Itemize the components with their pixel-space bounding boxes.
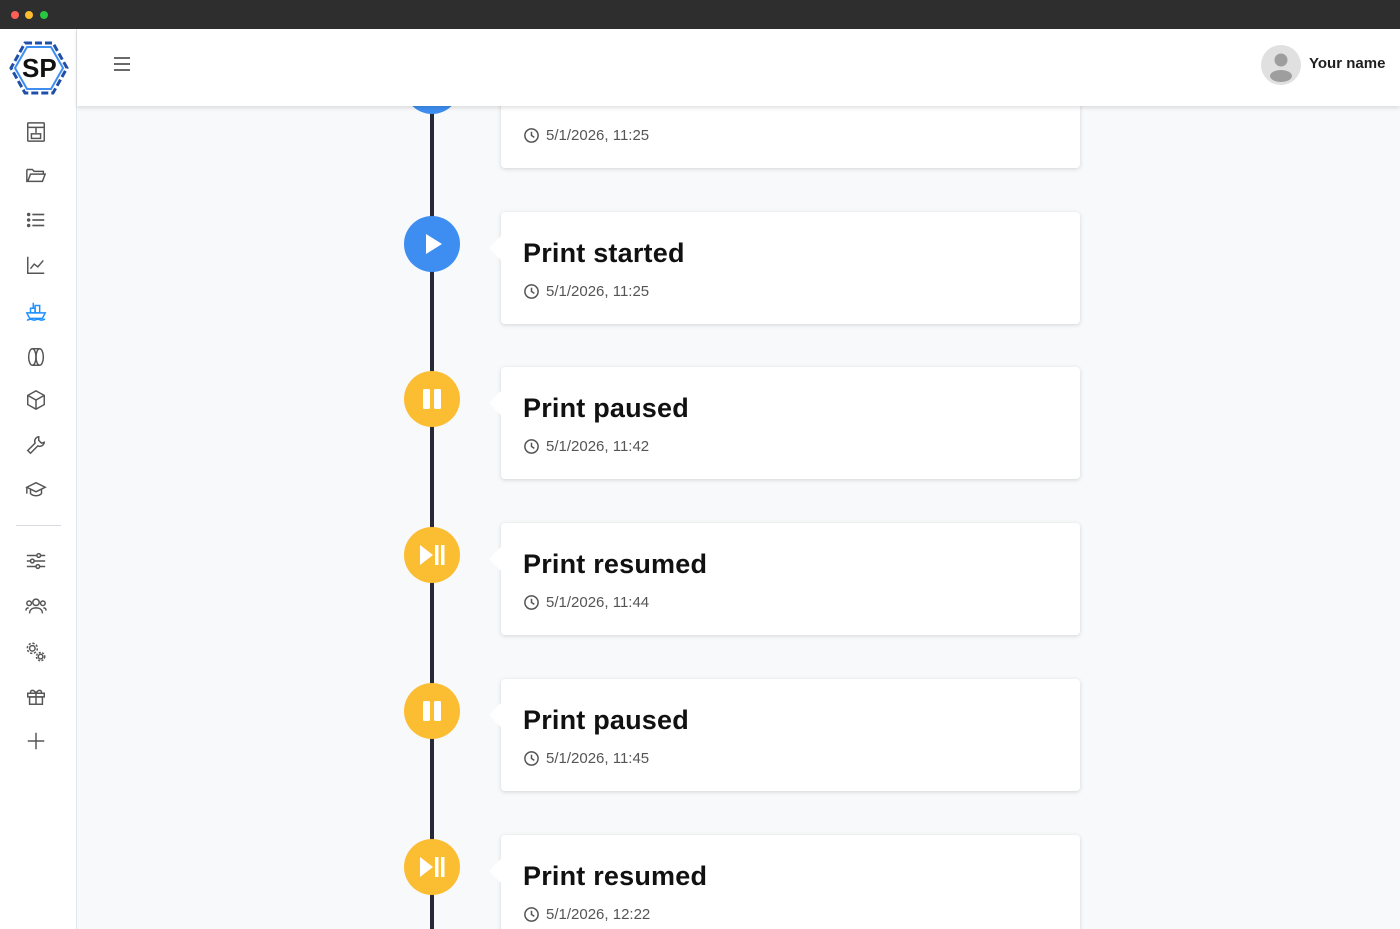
- sliders-icon: [26, 552, 46, 570]
- clock-icon: [524, 595, 539, 610]
- timeline-event: Print resumed 5/1/2026, 12:22: [77, 835, 1177, 929]
- close-window-button[interactable]: [11, 11, 19, 19]
- maximize-window-button[interactable]: [40, 11, 48, 19]
- window-titlebar: [0, 0, 1400, 29]
- sidebar-item-settings[interactable]: [22, 638, 50, 666]
- logo-text: SP: [22, 53, 57, 83]
- sidebar-item-printer[interactable]: [22, 118, 50, 146]
- sidebar: SP: [0, 29, 77, 929]
- event-card[interactable]: Print started 5/1/2026, 11:25: [489, 212, 1080, 324]
- user-name[interactable]: Your name: [1309, 55, 1385, 72]
- gift-icon: [27, 689, 45, 705]
- gears-icon: [26, 642, 46, 662]
- sidebar-item-filament[interactable]: [22, 343, 50, 371]
- wrench-icon: [26, 435, 46, 455]
- event-time: 5/1/2026, 11:45: [523, 750, 649, 767]
- event-card[interactable]: 5/1/2026, 11:25: [501, 106, 1080, 168]
- sidebar-item-maintenance[interactable]: [22, 431, 50, 459]
- event-title: Print started: [523, 238, 685, 268]
- event-badge: [404, 527, 460, 583]
- hamburger-menu-button[interactable]: [111, 53, 133, 75]
- event-title: Print resumed: [523, 549, 708, 579]
- event-time-text: 5/1/2026, 11:45: [546, 750, 650, 767]
- event-card[interactable]: Print paused 5/1/2026, 11:45: [489, 679, 1080, 791]
- event-card[interactable]: Print paused 5/1/2026, 11:42: [489, 367, 1080, 479]
- graduation-cap-icon: [25, 481, 47, 497]
- clock-icon: [524, 439, 539, 454]
- event-time-text: 5/1/2026, 11:44: [546, 594, 650, 611]
- sidebar-item-fleet[interactable]: [22, 297, 50, 325]
- plus-icon: [27, 732, 45, 750]
- event-time-text: 5/1/2026, 11:25: [546, 283, 650, 300]
- user-avatar[interactable]: [1261, 45, 1301, 85]
- event-time: 5/1/2026, 11:42: [523, 438, 649, 455]
- event-card[interactable]: Print resumed 5/1/2026, 12:22: [489, 835, 1080, 929]
- timeline-content: 5/1/2026, 11:25 Print started 5/1/2026, …: [77, 106, 1400, 929]
- timeline-event: Print paused 5/1/2026, 11:42: [77, 367, 1177, 479]
- top-header: Your name: [77, 29, 1400, 106]
- event-badge: [404, 371, 460, 427]
- sidebar-item-files[interactable]: [22, 161, 50, 189]
- event-badge: [404, 683, 460, 739]
- sidebar-item-queue[interactable]: [22, 206, 50, 234]
- ship-icon: [25, 302, 47, 321]
- timeline-event: 5/1/2026, 11:25: [77, 106, 1177, 168]
- event-card[interactable]: Print resumed 5/1/2026, 11:44: [489, 523, 1080, 635]
- event-time-text: 5/1/2026, 11:25: [546, 127, 650, 144]
- event-title: Print resumed: [523, 861, 708, 891]
- clock-icon: [524, 284, 539, 299]
- play-pause-icon: [420, 545, 445, 565]
- play-pause-icon: [420, 857, 445, 877]
- folder-open-icon: [26, 168, 47, 183]
- event-time: 5/1/2026, 11:25: [523, 127, 649, 144]
- timeline-event: Print started 5/1/2026, 11:25: [77, 212, 1177, 324]
- clock-icon: [524, 907, 539, 922]
- timeline-event: Print paused 5/1/2026, 11:45: [77, 679, 1177, 791]
- hamburger-icon: [114, 57, 130, 71]
- sidebar-item-users[interactable]: [22, 592, 50, 620]
- event-badge: [404, 106, 460, 114]
- sidebar-divider: [16, 525, 61, 526]
- event-time: 5/1/2026, 12:22: [523, 906, 650, 923]
- sidebar-item-learn[interactable]: [22, 476, 50, 504]
- clock-icon: [524, 751, 539, 766]
- event-badge: [404, 216, 460, 272]
- sidebar-item-stats[interactable]: [22, 251, 50, 279]
- user-avatar-icon: [1270, 53, 1292, 82]
- spool-icon: [27, 348, 45, 366]
- cube-icon: [27, 389, 45, 411]
- event-time: 5/1/2026, 11:25: [523, 283, 649, 300]
- event-title: Print paused: [523, 705, 689, 735]
- minimize-window-button[interactable]: [25, 11, 33, 19]
- event-time-text: 5/1/2026, 12:22: [546, 906, 651, 923]
- sidebar-item-gifts[interactable]: [22, 682, 50, 710]
- chart-line-icon: [27, 256, 45, 274]
- sidebar-item-preferences[interactable]: [22, 547, 50, 575]
- list-icon: [26, 212, 45, 228]
- event-title: Print paused: [523, 393, 689, 423]
- app-logo[interactable]: SP: [8, 39, 70, 97]
- play-icon: [426, 234, 442, 254]
- users-icon: [25, 598, 47, 614]
- timeline-event: Print resumed 5/1/2026, 11:44: [77, 523, 1177, 635]
- event-badge: [404, 839, 460, 895]
- clock-icon: [524, 128, 539, 143]
- sidebar-item-add[interactable]: [22, 727, 50, 755]
- pause-icon: [423, 701, 441, 721]
- event-time-text: 5/1/2026, 11:42: [546, 438, 650, 455]
- event-time: 5/1/2026, 11:44: [523, 594, 649, 611]
- sidebar-item-models[interactable]: [22, 386, 50, 414]
- printer-icon: [27, 122, 45, 142]
- pause-icon: [423, 389, 441, 409]
